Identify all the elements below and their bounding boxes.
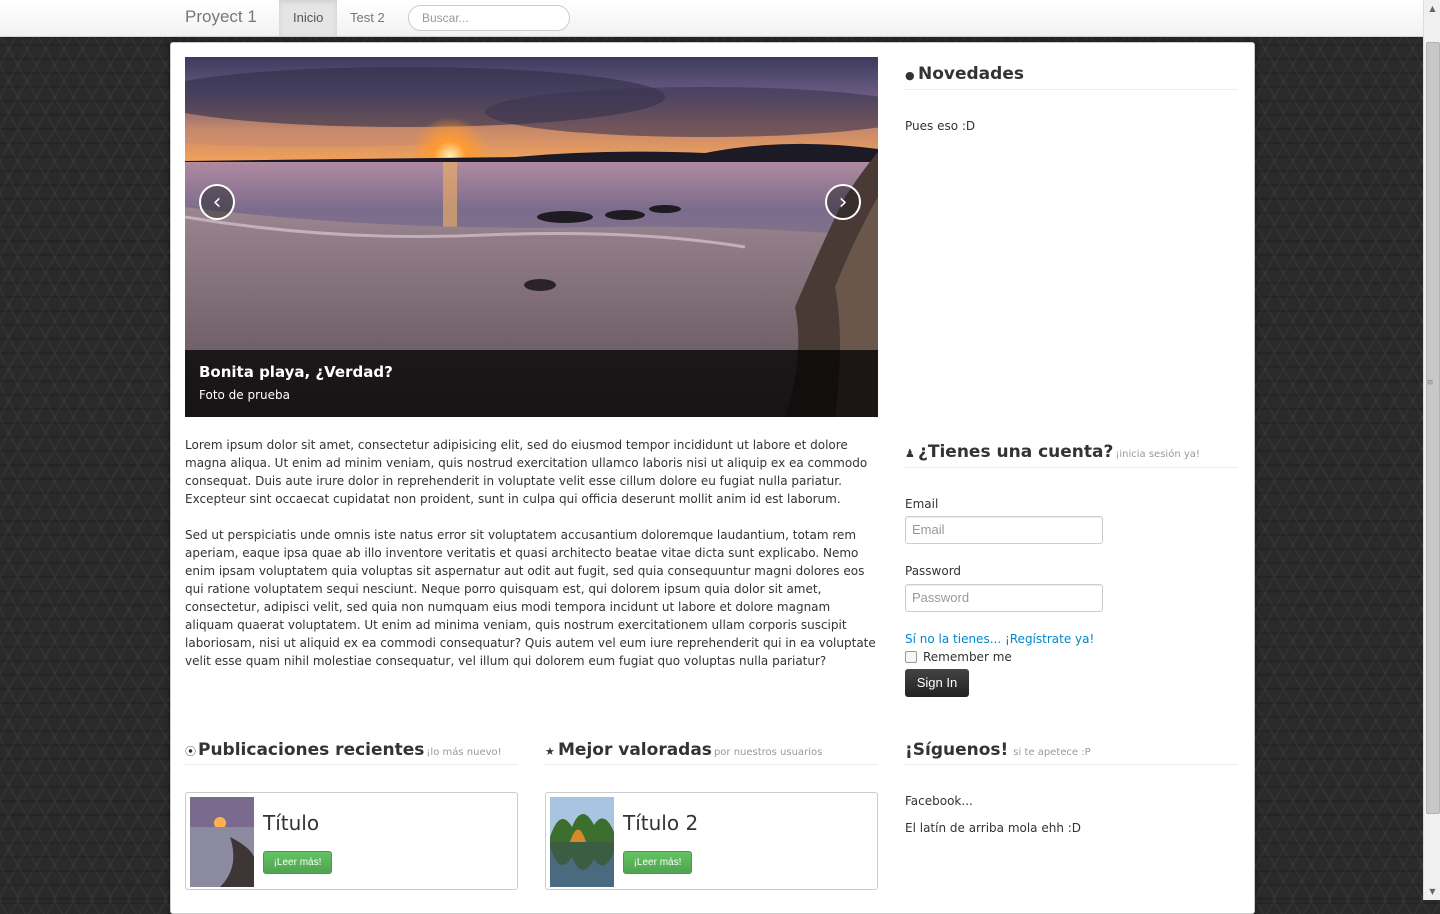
email-field[interactable]: Email bbox=[905, 516, 1103, 544]
caption-title: Bonita playa, ¿Verdad? bbox=[199, 363, 393, 381]
user-icon: ♟ bbox=[905, 447, 915, 460]
novedades-text: Pues eso :D bbox=[905, 119, 976, 133]
novedades-header: ● Novedades bbox=[905, 64, 1238, 90]
chevron-right-icon: › bbox=[838, 190, 848, 215]
recent-posts-subtitle: ¡lo más nuevo! bbox=[426, 747, 502, 758]
top-rated-card: Título 2 ¡Leer más! bbox=[545, 792, 878, 890]
novedades-title: Novedades bbox=[918, 64, 1024, 84]
page-scrollbar[interactable]: ▲ ≡ ▼ bbox=[1423, 0, 1440, 900]
sign-in-button[interactable]: Sign In bbox=[905, 669, 969, 697]
info-icon: ● bbox=[905, 69, 915, 82]
top-rated-title: Mejor valoradas bbox=[558, 740, 712, 760]
scroll-up-arrow-icon[interactable]: ▲ bbox=[1424, 0, 1440, 17]
password-label: Password bbox=[905, 564, 962, 578]
top-navbar: Proyect 1 Inicio Test 2 Buscar... bbox=[0, 0, 1423, 37]
image-carousel[interactable]: ‹ › Bonita playa, ¿Verdad? Foto de prueb… bbox=[185, 57, 878, 417]
circle-arrow-up-icon: ⦿ bbox=[185, 745, 196, 758]
post-title[interactable]: Título bbox=[263, 811, 319, 835]
search-input[interactable]: Buscar... bbox=[408, 5, 570, 31]
password-field[interactable]: Password bbox=[905, 584, 1103, 612]
follow-header: ¡Síguenos! si te apetece :P bbox=[905, 740, 1238, 765]
follow-subtitle: si te apetece :P bbox=[1013, 747, 1091, 758]
main-container: ‹ › Bonita playa, ¿Verdad? Foto de prueb… bbox=[170, 42, 1255, 914]
remember-me-label: Remember me bbox=[923, 650, 1012, 664]
carousel-next-button[interactable]: › bbox=[825, 184, 861, 220]
star-icon: ★ bbox=[545, 745, 555, 758]
nav-item-test-2[interactable]: Test 2 bbox=[336, 0, 399, 36]
login-header: ♟ ¿Tienes una cuenta? ¡inicia sesión ya! bbox=[905, 442, 1238, 468]
nav-item-inicio[interactable]: Inicio bbox=[279, 0, 338, 36]
follow-extra-text: El latín de arriba mola ehh :D bbox=[905, 821, 1082, 835]
follow-facebook-text: Facebook... bbox=[905, 794, 973, 808]
top-rated-title-link[interactable]: Título 2 bbox=[623, 811, 698, 835]
login-subtitle: ¡inicia sesión ya! bbox=[1115, 449, 1200, 460]
top-rated-thumbnail-image bbox=[550, 797, 614, 887]
recent-posts-header: ⦿ Publicaciones recientes ¡lo más nuevo! bbox=[185, 740, 518, 765]
brand-link[interactable]: Proyect 1 bbox=[185, 7, 257, 27]
read-more-button-2[interactable]: ¡Leer más! bbox=[623, 851, 692, 874]
carousel-caption: Bonita playa, ¿Verdad? Foto de prueba bbox=[185, 350, 878, 417]
top-rated-subtitle: por nuestros usuarios bbox=[713, 747, 823, 758]
remember-me-checkbox[interactable] bbox=[905, 651, 917, 663]
post-thumbnail-image bbox=[190, 797, 254, 887]
chevron-left-icon: ‹ bbox=[212, 190, 222, 215]
login-title: ¿Tienes una cuenta? bbox=[918, 442, 1114, 462]
follow-title: ¡Síguenos! bbox=[905, 740, 1009, 760]
carousel-prev-button[interactable]: ‹ bbox=[199, 184, 235, 220]
post-card: Título ¡Leer más! bbox=[185, 792, 518, 890]
recent-posts-title: Publicaciones recientes bbox=[198, 740, 425, 760]
register-link[interactable]: Sí no la tienes... ¡Regístrate ya! bbox=[905, 632, 1094, 646]
scroll-thumb[interactable] bbox=[1426, 42, 1440, 814]
scroll-down-arrow-icon[interactable]: ▼ bbox=[1424, 883, 1440, 900]
caption-text: Foto de prueba bbox=[199, 388, 291, 402]
email-label: Email bbox=[905, 497, 939, 511]
scroll-grip-icon: ≡ bbox=[1426, 378, 1434, 388]
top-rated-header: ★ Mejor valoradas por nuestros usuarios bbox=[545, 740, 878, 765]
read-more-button[interactable]: ¡Leer más! bbox=[263, 851, 332, 874]
body-paragraph-2: Sed ut perspiciatis unde omnis iste natu… bbox=[185, 528, 876, 668]
body-paragraph-1: Lorem ipsum dolor sit amet, consectetur … bbox=[185, 438, 868, 506]
